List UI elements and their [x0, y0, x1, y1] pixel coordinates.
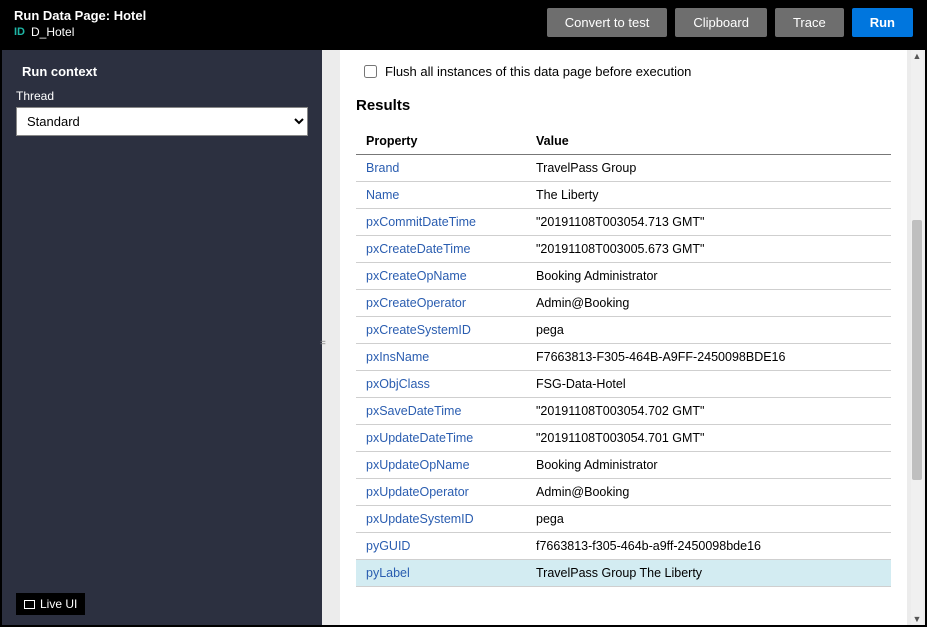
- table-row[interactable]: pxCreateOperator Admin@Booking: [356, 290, 891, 317]
- table-row[interactable]: pxCreateOpName Booking Administrator: [356, 263, 891, 290]
- trace-button[interactable]: Trace: [775, 8, 844, 37]
- value-cell: Booking Administrator: [526, 263, 891, 290]
- property-link[interactable]: pxCreateOpName: [366, 269, 467, 283]
- header-left: Run Data Page: Hotel ID D_Hotel: [14, 8, 146, 39]
- property-link[interactable]: pxObjClass: [366, 377, 430, 391]
- table-row[interactable]: pxUpdateOpName Booking Administrator: [356, 452, 891, 479]
- value-cell: F7663813-F305-464B-A9FF-2450098BDE16: [526, 344, 891, 371]
- property-link[interactable]: pxInsName: [366, 350, 429, 364]
- value-cell: "20191108T003005.673 GMT": [526, 236, 891, 263]
- scrollbar-thumb[interactable]: [912, 220, 922, 480]
- property-link[interactable]: pyLabel: [366, 566, 410, 580]
- scroll-down-icon[interactable]: ▼: [911, 613, 923, 625]
- property-link[interactable]: Brand: [366, 161, 399, 175]
- id-label: ID: [14, 26, 25, 38]
- property-link[interactable]: pxUpdateSystemID: [366, 512, 474, 526]
- sidebar: Run context Thread Standard Live UI: [2, 50, 322, 625]
- results-tbody: BrandTravelPass GroupNameThe LibertypxCo…: [356, 155, 891, 587]
- value-cell: Admin@Booking: [526, 290, 891, 317]
- resize-handle[interactable]: =: [320, 338, 326, 352]
- flush-label: Flush all instances of this data page be…: [385, 64, 691, 79]
- col-property: Property: [356, 128, 526, 155]
- convert-to-test-button[interactable]: Convert to test: [547, 8, 668, 37]
- run-button[interactable]: Run: [852, 8, 913, 37]
- table-row[interactable]: pxCreateSystemID pega: [356, 317, 891, 344]
- flush-row: Flush all instances of this data page be…: [356, 64, 891, 79]
- property-link[interactable]: pxUpdateOpName: [366, 458, 470, 472]
- table-row[interactable]: pyGUID f7663813-f305-464b-a9ff-2450098bde…: [356, 533, 891, 560]
- property-link[interactable]: pyGUID: [366, 539, 410, 553]
- sidebar-title: Run context: [16, 64, 308, 79]
- content-area: Flush all instances of this data page be…: [322, 50, 925, 625]
- results-title: Results: [356, 97, 891, 114]
- value-cell: Booking Administrator: [526, 452, 891, 479]
- page-title: Run Data Page: Hotel: [14, 8, 146, 23]
- table-row[interactable]: Brand TravelPass Group: [356, 155, 891, 182]
- table-row[interactable]: pxUpdateSystemID pega: [356, 506, 891, 533]
- thread-select[interactable]: Standard: [16, 107, 308, 136]
- property-link[interactable]: pxUpdateDateTime: [366, 431, 473, 445]
- property-link[interactable]: pxCreateSystemID: [366, 323, 471, 337]
- table-row[interactable]: pxCreateDateTime "20191108T003005.673 GMT…: [356, 236, 891, 263]
- value-cell: pega: [526, 506, 891, 533]
- id-value: D_Hotel: [31, 25, 74, 39]
- thread-label: Thread: [16, 89, 308, 103]
- live-ui-button[interactable]: Live UI: [16, 593, 85, 615]
- table-row[interactable]: pxInsName F7663813-F305-464B-A9FF-2450098…: [356, 344, 891, 371]
- main-area: Run context Thread Standard Live UI = Fl…: [2, 50, 925, 625]
- content-inner: Flush all instances of this data page be…: [340, 50, 907, 625]
- header-buttons: Convert to test Clipboard Trace Run: [547, 8, 913, 37]
- value-cell: "20191108T003054.702 GMT": [526, 398, 891, 425]
- table-row[interactable]: pyLabel TravelPass Group The Liberty: [356, 560, 891, 587]
- col-value: Value: [526, 128, 891, 155]
- flush-checkbox[interactable]: [364, 65, 377, 78]
- clipboard-button[interactable]: Clipboard: [675, 8, 767, 37]
- table-row[interactable]: Name The Liberty: [356, 182, 891, 209]
- property-link[interactable]: pxSaveDateTime: [366, 404, 461, 418]
- table-row[interactable]: pxCommitDateTime "20191108T003054.713 GMT…: [356, 209, 891, 236]
- value-cell: "20191108T003054.701 GMT": [526, 425, 891, 452]
- property-link[interactable]: Name: [366, 188, 399, 202]
- property-link[interactable]: pxCreateDateTime: [366, 242, 470, 256]
- property-link[interactable]: pxUpdateOperator: [366, 485, 469, 499]
- value-cell: pega: [526, 317, 891, 344]
- live-ui-label: Live UI: [40, 597, 77, 611]
- property-link[interactable]: pxCommitDateTime: [366, 215, 476, 229]
- title-name: Hotel: [114, 8, 147, 23]
- header-id-row: ID D_Hotel: [14, 25, 146, 39]
- results-table: Property Value BrandTravelPass GroupName…: [356, 128, 891, 587]
- monitor-icon: [24, 600, 35, 609]
- value-cell: TravelPass Group The Liberty: [526, 560, 891, 587]
- table-header-row: Property Value: [356, 128, 891, 155]
- scrollbar[interactable]: ▲ ▼: [911, 50, 923, 625]
- table-row[interactable]: pxSaveDateTime "20191108T003054.702 GMT": [356, 398, 891, 425]
- value-cell: Admin@Booking: [526, 479, 891, 506]
- value-cell: FSG-Data-Hotel: [526, 371, 891, 398]
- table-row[interactable]: pxUpdateOperator Admin@Booking: [356, 479, 891, 506]
- property-link[interactable]: pxCreateOperator: [366, 296, 466, 310]
- value-cell: f7663813-f305-464b-a9ff-2450098bde16: [526, 533, 891, 560]
- scroll-up-icon[interactable]: ▲: [911, 50, 923, 62]
- table-row[interactable]: pxUpdateDateTime "20191108T003054.701 GMT…: [356, 425, 891, 452]
- title-prefix: Run Data Page:: [14, 8, 110, 23]
- value-cell: TravelPass Group: [526, 155, 891, 182]
- table-row[interactable]: pxObjClass FSG-Data-Hotel: [356, 371, 891, 398]
- header-bar: Run Data Page: Hotel ID D_Hotel Convert …: [2, 2, 925, 50]
- value-cell: The Liberty: [526, 182, 891, 209]
- value-cell: "20191108T003054.713 GMT": [526, 209, 891, 236]
